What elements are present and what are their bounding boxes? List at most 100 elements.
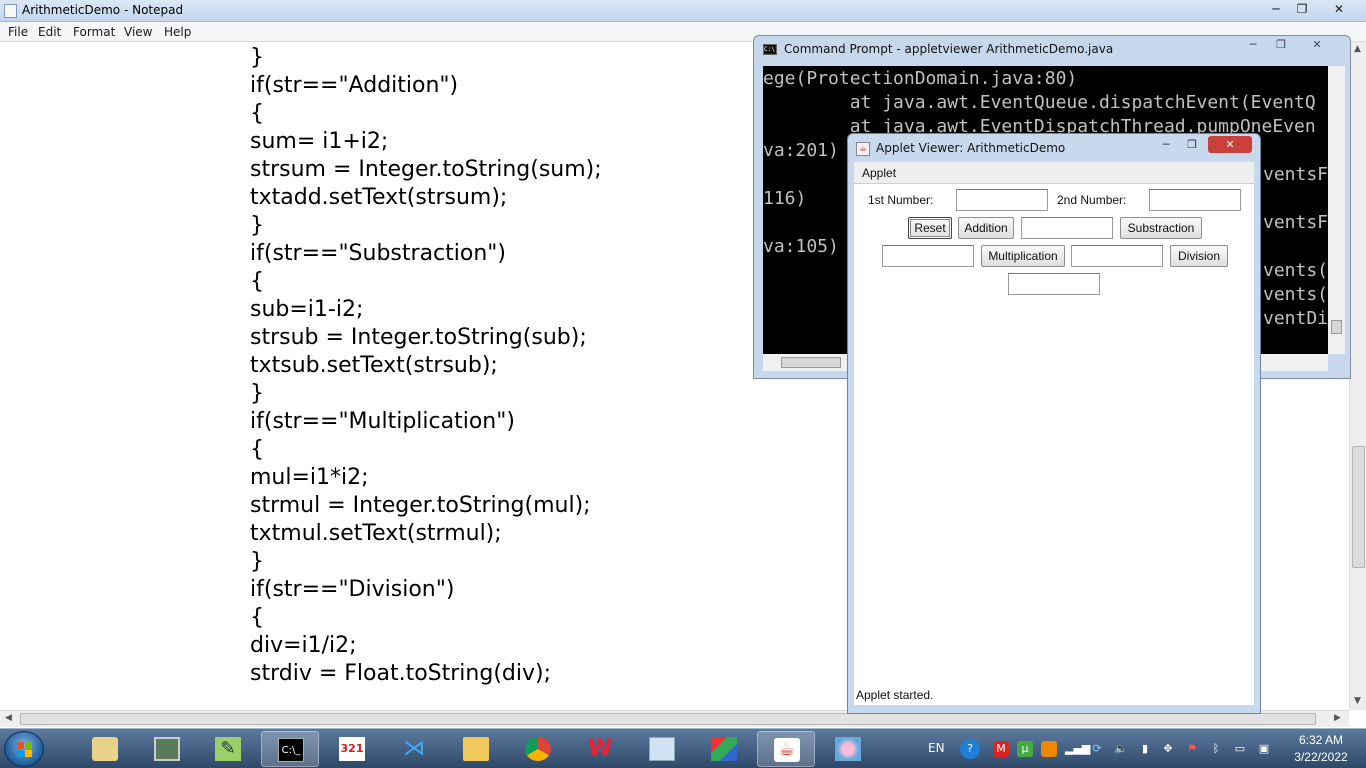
cmd-close-button[interactable]: ✕ [1306,38,1328,52]
volume-icon[interactable]: 🔈 [1113,741,1129,757]
console-fragment: ventsF [1263,212,1328,233]
scroll-left-arrow-icon[interactable]: ◀ [5,713,12,723]
taskbar-virtualbox[interactable] [695,731,753,767]
console-fragment: ventDi [1263,308,1328,329]
taskbar-wps-office[interactable]: W [571,731,629,767]
taskbar-file-explorer[interactable] [76,731,134,767]
move-icon[interactable]: ✥ [1160,741,1176,757]
console-line: 116) [763,188,807,209]
code-line: } [250,381,264,406]
taskbar-vscode[interactable]: ⋊ [385,731,443,767]
cmd-vertical-scrollbar[interactable] [1328,66,1345,354]
notepad-vertical-scrollbar[interactable]: ▲ ▼ [1349,42,1366,710]
menu-view[interactable]: View [124,25,152,39]
scroll-up-arrow-icon[interactable]: ▲ [1354,44,1361,54]
code-line: strdiv = Float.toString(div); [250,661,552,686]
division-result-field[interactable] [1008,273,1100,295]
notepad-maximize-button[interactable]: ❐ [1288,0,1316,18]
code-line: { [250,437,264,462]
network-icon[interactable]: ▭ [1232,741,1248,757]
console-line: ege(ProtectionDomain.java:80) [763,68,1078,89]
code-line: } [250,213,264,238]
notepad-plus-icon: ✎ [215,737,241,761]
paint-icon [835,737,861,761]
horizontal-scroll-thumb[interactable] [20,713,1316,725]
java-icon: ☕ [774,738,800,762]
applet-minimize-button[interactable]: ─ [1154,136,1178,153]
menu-format[interactable]: Format [73,25,115,39]
code-line: if(str=="Addition") [250,73,459,98]
cmd-window-title: Command Prompt - appletviewer Arithmetic… [784,42,1114,56]
scroll-down-arrow-icon[interactable]: ▼ [1354,696,1361,706]
console-fragment: ventsF [1263,164,1328,185]
clock-date[interactable]: 3/22/2022 [1286,750,1356,764]
second-number-input[interactable] [1149,189,1241,211]
utorrent-icon[interactable]: µ [1017,741,1033,757]
notepad-close-button[interactable]: ✕ [1316,0,1362,18]
file-explorer-icon [92,737,118,761]
taskbar-chrome[interactable] [509,731,567,767]
console-fragment: vents( [1263,260,1328,281]
cmd-minimize-button[interactable]: ─ [1242,38,1264,52]
code-line: div=i1/i2; [250,633,357,658]
code-line: } [250,45,264,70]
antivirus-icon[interactable]: M [993,741,1009,757]
console-line: va:105) [763,236,839,257]
menu-help[interactable]: Help [164,25,191,39]
applet-maximize-button[interactable]: ❐ [1180,136,1204,153]
code-line: sum= i1+i2; [250,129,389,154]
code-line: sub=i1-i2; [250,297,364,322]
taskbar-command-prompt[interactable]: C:\_ [261,731,319,767]
menu-file[interactable]: File [8,25,28,39]
applet-menubar: Applet [854,162,1254,184]
vertical-scroll-thumb[interactable] [1352,446,1365,568]
start-button[interactable] [4,731,44,767]
taskbar-calendar-321[interactable]: 321 [323,731,381,767]
sync-icon[interactable]: ⟳ [1089,741,1105,757]
notepad-titlebar: ArithmeticDemo - Notepad ─ ❐ ✕ [0,0,1366,22]
taskbar-notepad[interactable] [633,731,691,767]
cmd-horizontal-scroll-thumb[interactable] [781,357,841,368]
tray-app-icon[interactable] [1041,741,1057,757]
multiplication-button[interactable]: Multiplication [981,245,1065,267]
display-icon[interactable]: ▣ [1256,741,1272,757]
second-number-label: 2nd Number: [1057,193,1127,207]
taskbar-java[interactable]: ☕ [757,731,815,767]
applet-menu[interactable]: Applet [862,166,896,180]
action-center-flag-icon[interactable]: ⚑ [1184,741,1200,757]
substraction-button[interactable]: Substraction [1120,217,1202,239]
substraction-result-field[interactable] [882,245,974,267]
reset-button[interactable]: Reset [908,217,952,239]
help-icon[interactable]: ? [960,739,980,759]
cmd-titlebar: C:\ Command Prompt - appletviewer Arithm… [754,36,1350,62]
taskbar-folder[interactable] [447,731,505,767]
language-indicator[interactable]: EN [928,741,945,755]
first-number-input[interactable] [956,189,1048,211]
vscode-icon: ⋊ [403,736,425,761]
menu-edit[interactable]: Edit [38,25,61,39]
applet-close-button[interactable]: ✕ [1208,136,1252,153]
addition-button[interactable]: Addition [958,217,1014,239]
console-line: va:201) [763,140,839,161]
windows-logo-icon [17,742,33,758]
computer-icon [154,737,180,761]
cmd-maximize-button[interactable]: ❐ [1270,38,1292,52]
notepad-minimize-button[interactable]: ─ [1262,0,1290,18]
applet-panel: 1st Number: 2nd Number: Reset Addition S… [854,184,1254,705]
virtualbox-icon [711,737,737,761]
scroll-right-arrow-icon[interactable]: ▶ [1334,713,1341,723]
taskbar-computer[interactable] [138,731,196,767]
network-signal-icon[interactable]: ▂▄▆ [1065,741,1090,757]
cmd-vertical-scroll-thumb[interactable] [1331,320,1342,334]
taskbar-notepad-plus[interactable]: ✎ [199,731,257,767]
taskbar-paint[interactable] [819,731,877,767]
addition-result-field[interactable] [1021,217,1113,239]
division-button[interactable]: Division [1170,245,1228,267]
bluetooth-icon[interactable]: ᛒ [1208,741,1224,757]
code-line: if(str=="Multiplication") [250,409,515,434]
battery-icon[interactable]: ▮ [1137,741,1153,757]
code-line: strsub = Integer.toString(sub); [250,325,587,350]
multiplication-result-field[interactable] [1071,245,1163,267]
clock-time[interactable]: 6:32 AM [1286,733,1356,747]
console-line: at java.awt.EventQueue.dispatchEvent(Eve… [763,92,1316,113]
